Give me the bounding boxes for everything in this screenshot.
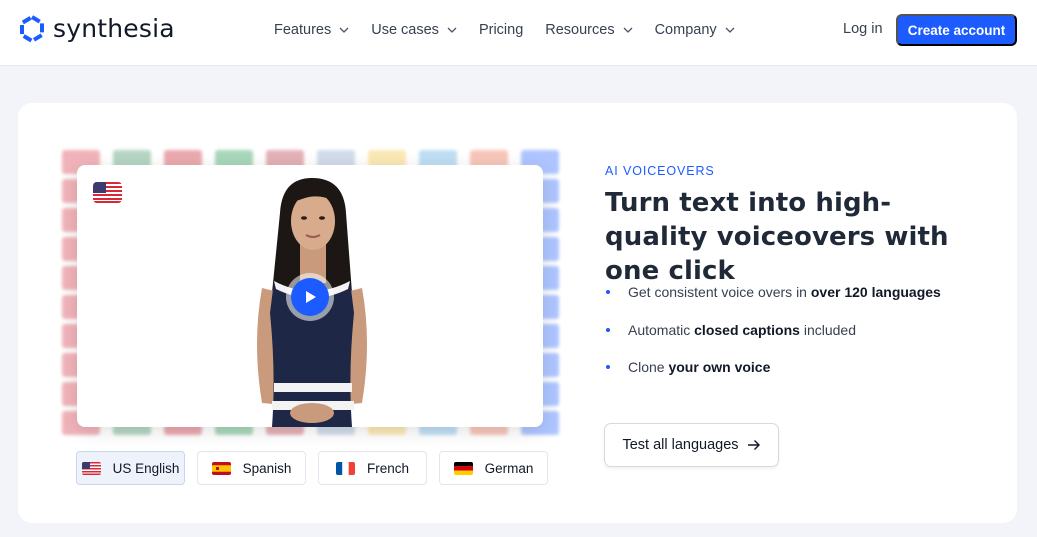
bullet-dot-icon — [606, 290, 610, 294]
chevron-down-icon — [623, 27, 633, 33]
feature-item: Automatic closed captions included — [605, 320, 941, 340]
feature-text: Get consistent voice overs in over 120 l… — [628, 284, 941, 300]
language-selector: US English Spanish French German — [76, 451, 548, 485]
feature-text-pre: Clone — [628, 359, 669, 375]
feature-list: Get consistent voice overs in over 120 l… — [605, 282, 941, 395]
login-link[interactable]: Log in — [843, 21, 883, 37]
brand-name: synthesia — [53, 14, 175, 43]
nav-label: Pricing — [478, 22, 524, 38]
feature-text-pre: Automatic — [628, 321, 695, 338]
spain-flag-icon — [211, 461, 231, 475]
nav-item-use-cases[interactable]: Use cases — [371, 20, 457, 40]
language-button-spanish[interactable]: Spanish — [197, 451, 306, 485]
nav-item-resources[interactable]: Resources — [545, 20, 633, 40]
chevron-down-icon — [339, 27, 349, 33]
play-icon — [306, 291, 316, 303]
language-label: Spanish — [242, 460, 292, 476]
logo-mark-icon — [20, 14, 44, 43]
nav-label: Use cases — [371, 22, 439, 38]
nav-item-pricing[interactable]: Pricing — [479, 20, 523, 40]
language-label: French — [366, 460, 410, 476]
main-nav: Features Use cases Pricing Resources Com… — [274, 20, 757, 40]
us-flag-icon — [81, 461, 101, 475]
feature-text-bold: closed captions — [694, 321, 800, 338]
bullet-dot-icon — [606, 365, 610, 369]
feature-item: Get consistent voice overs in over 120 l… — [605, 282, 941, 302]
feature-text-bold: your own voice — [668, 359, 771, 375]
feature-text-pre: Get consistent voice overs in — [628, 284, 811, 300]
chevron-down-icon — [447, 27, 457, 33]
feature-text: Automatic closed captions included — [628, 322, 856, 338]
us-flag-icon — [93, 182, 122, 203]
chevron-down-icon — [725, 27, 735, 33]
language-button-french[interactable]: French — [318, 451, 427, 485]
section-eyebrow: AI VOICEOVERS — [605, 164, 715, 178]
site-header: synthesia Features Use cases Pricing Res… — [0, 0, 1037, 66]
france-flag-icon — [335, 461, 355, 475]
nav-item-features[interactable]: Features — [274, 20, 349, 40]
video-player[interactable] — [77, 165, 543, 427]
section-headline: Turn text into high-quality voiceovers w… — [605, 188, 949, 286]
bullet-dot-icon — [606, 327, 610, 332]
test-all-languages-button[interactable]: Test all languages — [604, 423, 779, 467]
create-account-button[interactable]: Create account — [896, 14, 1017, 46]
feature-text-post: included — [799, 321, 856, 338]
button-label: Test all languages — [622, 437, 739, 453]
feature-item: Clone your own voice — [605, 357, 941, 377]
synthesia-logo[interactable]: synthesia — [18, 14, 175, 43]
feature-text: Clone your own voice — [628, 359, 770, 375]
feature-text-bold: over 120 languages — [810, 284, 941, 300]
language-button-german[interactable]: German — [439, 451, 548, 485]
arrow-right-icon — [747, 440, 760, 450]
nav-label: Resources — [545, 22, 615, 38]
germany-flag-icon — [453, 461, 473, 475]
language-button-us-english[interactable]: US English — [76, 451, 185, 485]
nav-label: Company — [654, 22, 717, 38]
play-button[interactable] — [286, 273, 334, 321]
nav-item-company[interactable]: Company — [655, 20, 735, 40]
language-label: German — [484, 460, 534, 476]
language-label: US English — [112, 460, 180, 476]
nav-label: Features — [274, 22, 332, 38]
